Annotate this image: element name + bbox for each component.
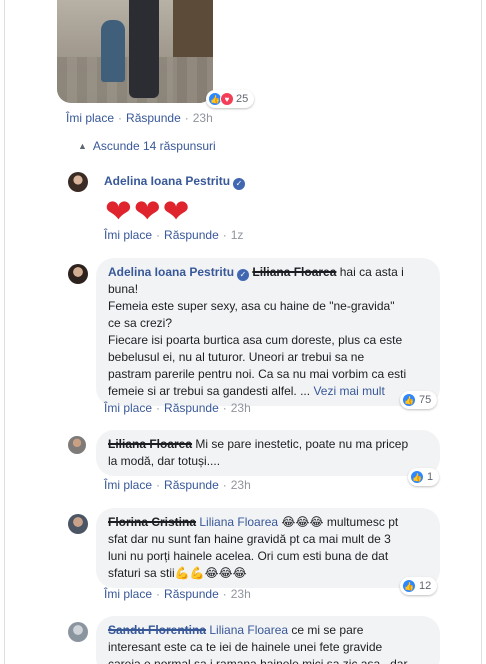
mention-link[interactable]: Liliana Floarea: [209, 623, 288, 637]
like-link[interactable]: Îmi place: [66, 111, 114, 125]
chevron-up-icon: ▲: [78, 141, 87, 151]
like-link[interactable]: Îmi place: [104, 401, 152, 415]
author-name[interactable]: Sandu Florentina: [108, 623, 206, 637]
love-icon: ♥: [220, 92, 234, 106]
reaction-count: 25: [236, 93, 249, 105]
verified-icon: ✓: [237, 268, 250, 281]
like-icon: 👍: [402, 579, 416, 593]
reaction-summary[interactable]: 👍 12: [400, 577, 438, 595]
comment-actions: Îmi place · Răspunde · 1z: [104, 228, 244, 242]
author-name[interactable]: Liliana Floarea: [108, 437, 192, 451]
photo-child-figure: [101, 20, 125, 82]
author-name[interactable]: Adelina Ioana Pestritu: [108, 265, 234, 279]
timestamp[interactable]: 23h: [231, 478, 251, 492]
like-icon: 👍: [402, 393, 416, 407]
reply-link[interactable]: Răspunde: [164, 401, 219, 415]
reaction-summary[interactable]: 👍 75: [400, 391, 438, 409]
like-icon: 👍: [410, 470, 424, 484]
like-link[interactable]: Îmi place: [104, 587, 152, 601]
hide-replies-toggle[interactable]: ▲ Ascunde 14 răspunsuri: [78, 139, 216, 153]
comment-actions: Îmi place · Răspunde · 23h: [104, 478, 251, 492]
mention-link[interactable]: Liliana Floarea: [199, 515, 278, 529]
hearts-emoji-reply: ❤ ❤ ❤: [105, 195, 189, 227]
avatar[interactable]: [68, 436, 86, 454]
reply-link[interactable]: Răspunde: [164, 587, 219, 601]
author-name[interactable]: Adelina Ioana Pestritu: [104, 174, 230, 188]
comment-actions: Îmi place · Răspunde · 23h: [104, 587, 251, 601]
avatar[interactable]: [68, 622, 88, 642]
timestamp[interactable]: 23h: [231, 401, 251, 415]
comment-bubble: Adelina Ioana Pestritu ✓ Liliana Floarea …: [96, 258, 440, 406]
author-name[interactable]: Florina Cristina: [108, 515, 196, 529]
timestamp[interactable]: 23h: [193, 111, 213, 125]
reply-link[interactable]: Răspunde: [126, 111, 181, 125]
laughing-emoji: 😂😂😂: [281, 515, 324, 529]
reaction-summary[interactable]: 👍 1: [408, 468, 440, 486]
timestamp[interactable]: 1z: [231, 228, 244, 242]
verified-icon: ✓: [233, 177, 246, 190]
comment-bubble: Sandu Florentina Liliana Floarea ce mi s…: [96, 616, 440, 664]
photo-adult-figure: [129, 0, 159, 98]
see-more-link[interactable]: Vezi mai mult: [313, 384, 384, 398]
timestamp[interactable]: 23h: [231, 587, 251, 601]
avatar[interactable]: [68, 514, 88, 534]
heart-icon: ❤: [105, 193, 132, 229]
heart-icon: ❤: [133, 193, 161, 229]
mention-link[interactable]: Liliana Floarea: [252, 265, 336, 279]
reply-link[interactable]: Răspunde: [164, 478, 219, 492]
avatar[interactable]: [68, 264, 88, 284]
like-link[interactable]: Îmi place: [104, 228, 152, 242]
comment-photo[interactable]: [57, 0, 213, 103]
reply-link[interactable]: Răspunde: [164, 228, 219, 242]
reaction-summary[interactable]: 👍 ♥ 25: [206, 90, 255, 108]
avatar[interactable]: [68, 172, 88, 192]
muscle-laughing-emoji: 💪💪😂😂😂: [174, 566, 247, 580]
comment-actions: Îmi place · Răspunde · 23h: [104, 401, 251, 415]
comment-bubble: Florina Cristina Liliana Floarea 😂😂😂 mul…: [96, 508, 440, 588]
heart-icon: ❤: [162, 193, 190, 229]
like-link[interactable]: Îmi place: [104, 478, 152, 492]
comment-author: Adelina Ioana Pestritu ✓: [104, 174, 246, 190]
comment-actions: Îmi place · Răspunde · 23h: [66, 111, 213, 125]
comment-bubble: Liliana Floarea Mi se pare inestetic, po…: [96, 430, 440, 476]
